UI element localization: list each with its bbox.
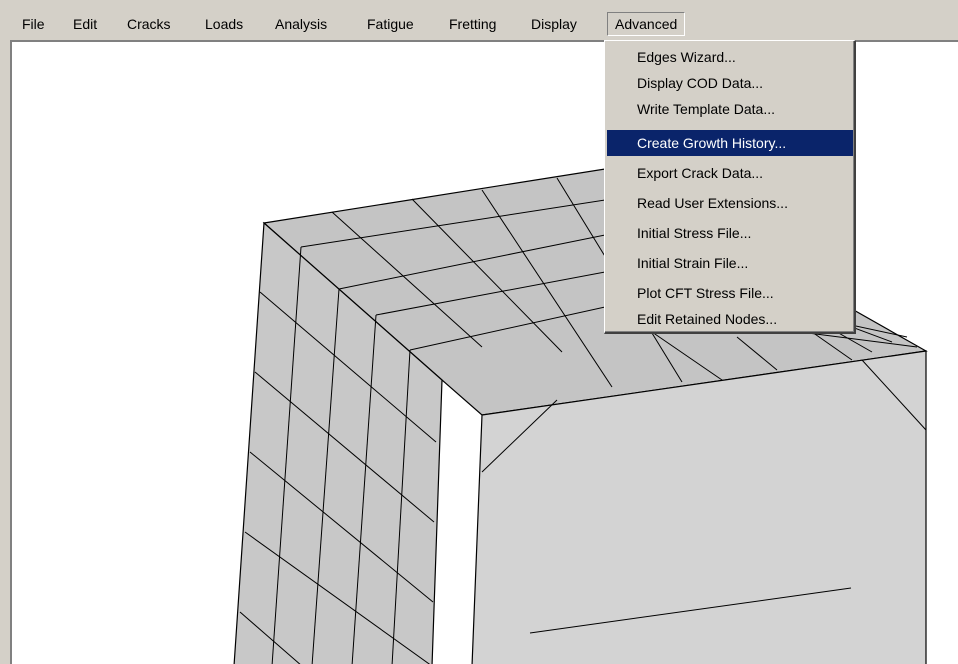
menu-item-initial-strain-file[interactable]: Initial Strain File...	[607, 250, 853, 276]
menu-file[interactable]: File	[15, 13, 52, 35]
menu-item-edit-retained-nodes[interactable]: Edit Retained Nodes...	[607, 306, 853, 332]
menu-cracks[interactable]: Cracks	[120, 13, 178, 35]
menu-item-plot-cft-stress-file[interactable]: Plot CFT Stress File...	[607, 280, 853, 306]
menu-item-create-growth-history[interactable]: Create Growth History...	[607, 130, 853, 156]
menu-fretting[interactable]: Fretting	[442, 13, 503, 35]
menu-item-initial-stress-file[interactable]: Initial Stress File...	[607, 220, 853, 246]
menu-item-read-user-extensions[interactable]: Read User Extensions...	[607, 190, 853, 216]
menu-item-export-crack-data[interactable]: Export Crack Data...	[607, 160, 853, 186]
menu-loads[interactable]: Loads	[198, 13, 250, 35]
menu-item-display-cod-data[interactable]: Display COD Data...	[607, 70, 853, 96]
menu-edit[interactable]: Edit	[66, 13, 104, 35]
menu-item-edges-wizard[interactable]: Edges Wizard...	[607, 44, 853, 70]
menu-advanced[interactable]: Advanced	[607, 12, 686, 36]
advanced-dropdown-menu: Edges Wizard... Display COD Data... Writ…	[604, 40, 856, 334]
menu-bar: File Edit Cracks Loads Analysis Fatigue …	[0, 0, 958, 40]
menu-analysis[interactable]: Analysis	[268, 13, 334, 35]
menu-item-write-template-data[interactable]: Write Template Data...	[607, 96, 853, 122]
menu-display[interactable]: Display	[524, 13, 584, 35]
menu-fatigue[interactable]: Fatigue	[360, 13, 421, 35]
